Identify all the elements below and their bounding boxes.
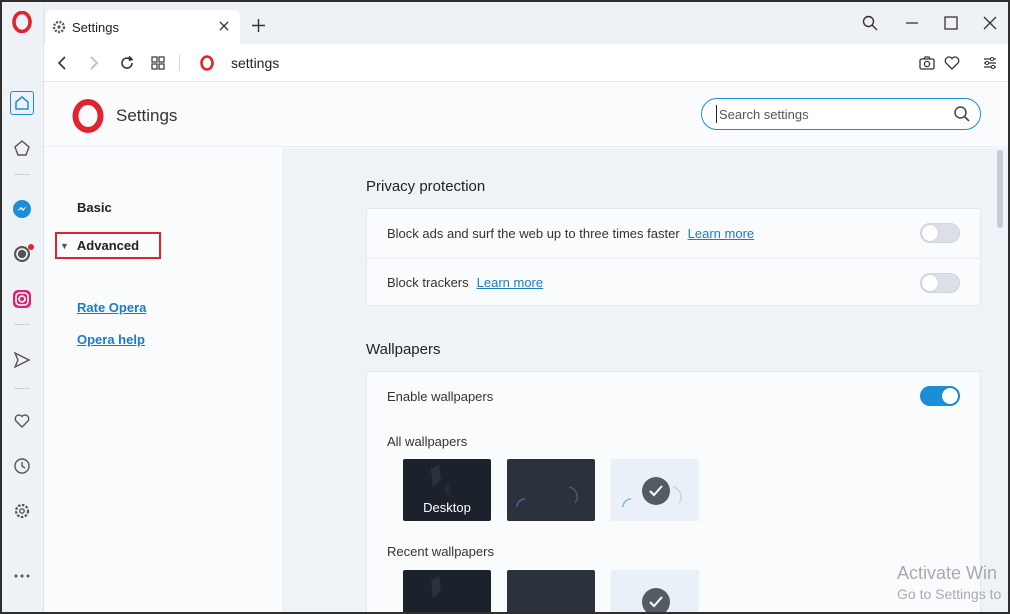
snapshot-camera-icon[interactable] <box>917 53 937 73</box>
close-window-icon[interactable] <box>979 12 1001 34</box>
block-trackers-toggle[interactable] <box>920 272 960 293</box>
selected-check-icon <box>642 477 670 505</box>
recent-thumb-desktop[interactable] <box>403 570 491 612</box>
wallpaper-thumb-desktop[interactable]: Desktop <box>403 459 491 521</box>
wallpapers-card: Enable wallpapers All wallpapers Desktop… <box>366 371 981 612</box>
sidebar-divider <box>14 174 30 175</box>
easy-setup-icon[interactable] <box>980 53 1000 73</box>
browser-window: Settings settings Settings Search settin… <box>0 0 1010 614</box>
opera-help-link[interactable]: Opera help <box>77 332 145 347</box>
url-text[interactable]: settings <box>231 55 279 71</box>
block-ads-toggle[interactable] <box>920 223 960 243</box>
enable-wallpapers-label: Enable wallpapers <box>387 388 494 404</box>
bookmark-heart-icon[interactable] <box>942 53 962 73</box>
scrollbar-thumb[interactable] <box>997 150 1003 228</box>
tab-grid-icon[interactable] <box>148 53 168 73</box>
bookmarks-icon[interactable] <box>10 136 34 160</box>
recent-wallpapers-label: Recent wallpapers <box>387 544 494 559</box>
tab-settings[interactable]: Settings <box>46 10 240 44</box>
rate-opera-link[interactable]: Rate Opera <box>77 300 146 315</box>
maximize-icon[interactable] <box>940 12 962 34</box>
home-icon[interactable] <box>10 91 34 115</box>
page-title: Settings <box>116 106 178 125</box>
block-trackers-label: Block trackers <box>387 275 469 290</box>
watermark-line-2: Go to Settings to <box>897 586 1002 602</box>
all-wallpapers-label: All wallpapers <box>387 434 468 449</box>
block-ads-label: Block ads and surf the web up to three t… <box>387 225 680 241</box>
back-icon[interactable] <box>52 53 72 73</box>
address-toolbar: settings <box>44 44 1008 82</box>
selected-check-icon <box>642 588 670 612</box>
section-title-privacy: Privacy protection <box>366 178 486 195</box>
wallpaper-thumb-light[interactable] <box>611 459 699 521</box>
send-icon[interactable] <box>10 348 34 372</box>
forward-icon[interactable] <box>84 53 104 73</box>
instagram-icon[interactable] <box>10 287 34 311</box>
caret-down-icon: ▼ <box>60 240 69 251</box>
search-box[interactable] <box>701 98 981 130</box>
recent-thumb-dark[interactable] <box>507 570 595 612</box>
section-title-wallpapers: Wallpapers <box>366 341 441 358</box>
sidebar-divider <box>14 324 30 325</box>
content-scrollbar[interactable] <box>994 148 1008 612</box>
plus-icon <box>251 18 265 32</box>
learn-more-link[interactable]: Learn more <box>688 226 754 241</box>
minimize-icon[interactable] <box>901 12 923 34</box>
tab-title: Settings <box>72 19 119 35</box>
opera-sidebar <box>2 2 44 612</box>
settings-gear-icon[interactable] <box>10 499 34 523</box>
search-icon[interactable] <box>953 105 971 123</box>
enable-wallpapers-toggle[interactable] <box>920 386 960 406</box>
nav-basic[interactable]: Basic <box>77 200 112 215</box>
heart-icon[interactable] <box>10 409 34 433</box>
wallpaper-thumb-dark[interactable] <box>507 459 595 521</box>
whatsapp-icon[interactable] <box>10 242 34 266</box>
block-trackers-row: Block trackers Learn more <box>367 258 980 306</box>
activate-windows-watermark: Activate Win Go to Settings to <box>897 563 1001 602</box>
learn-more-link[interactable]: Learn more <box>477 275 543 290</box>
opera-menu-icon[interactable] <box>10 10 34 34</box>
nav-advanced-label: Advanced <box>76 238 140 253</box>
enable-wallpapers-row: Enable wallpapers <box>367 372 980 420</box>
watermark-line-1: Activate Win <box>897 563 998 583</box>
gear-icon <box>52 20 66 34</box>
tab-strip: Settings <box>44 2 1008 44</box>
tab-search-icon[interactable] <box>859 12 881 34</box>
settings-content: Privacy protection Block ads and surf th… <box>282 148 998 612</box>
more-icon[interactable] <box>10 564 34 588</box>
nav-advanced[interactable]: ▼ Advanced <box>55 232 161 259</box>
toolbar-divider <box>179 55 180 71</box>
opera-site-icon <box>197 53 217 73</box>
new-tab-button[interactable] <box>248 15 268 35</box>
settings-nav: Basic ▼ Advanced Rate Opera Opera help <box>44 148 282 612</box>
block-ads-row: Block ads and surf the web up to three t… <box>367 209 980 257</box>
search-input[interactable] <box>716 105 946 123</box>
messenger-icon[interactable] <box>10 197 34 221</box>
opera-logo-icon <box>72 99 104 133</box>
recent-thumb-light[interactable] <box>611 570 699 612</box>
wallpaper-desktop-label: Desktop <box>423 500 471 515</box>
settings-header: Settings <box>44 82 1008 147</box>
privacy-card: Block ads and surf the web up to three t… <box>366 208 981 306</box>
sidebar-divider <box>14 388 30 389</box>
notification-badge <box>28 244 34 250</box>
reload-icon[interactable] <box>117 53 137 73</box>
history-icon[interactable] <box>10 454 34 478</box>
close-tab-icon[interactable] <box>216 18 232 34</box>
